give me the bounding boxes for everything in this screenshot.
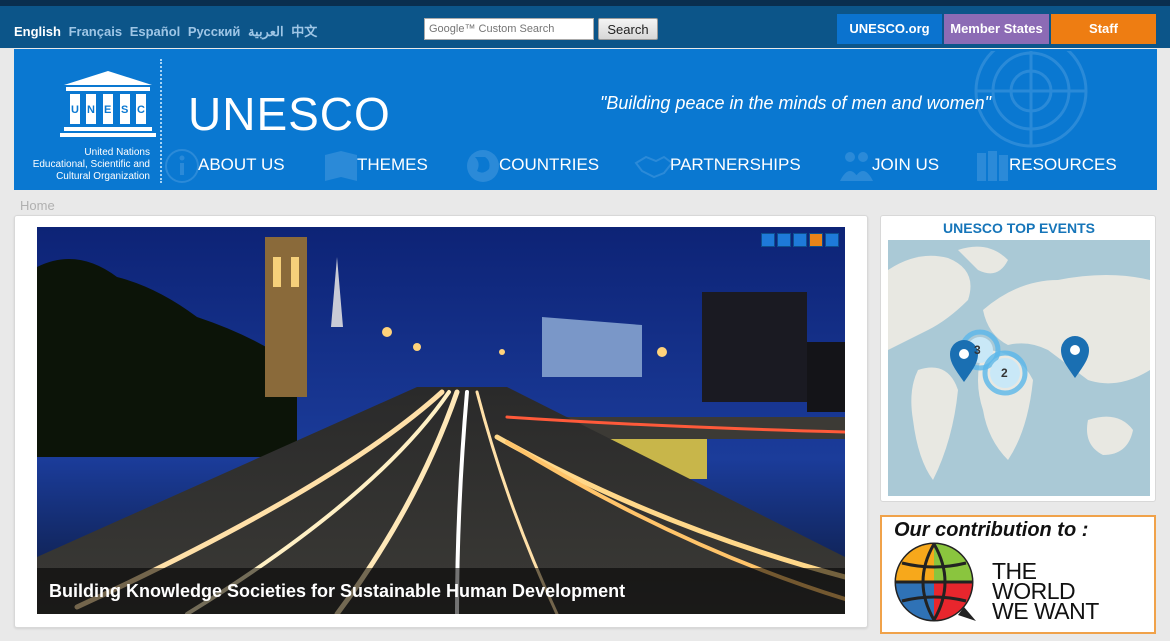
language-arabic[interactable]: العربية [248,24,284,39]
svg-text:N: N [87,104,95,116]
hero-image [37,227,845,614]
nav-about-us[interactable]: ABOUT US [165,145,285,190]
nav-themes[interactable]: THEMES [325,145,428,190]
hero-slideshow[interactable]: Building Knowledge Societies for Sustain… [37,227,845,614]
organization-name: United Nations Educational, Scientific a… [32,147,150,182]
world-map [888,240,1150,496]
svg-text:S: S [121,104,128,116]
slide-dot-active[interactable] [809,233,823,247]
contribution-panel[interactable]: Our contribution to : THE WORLD WE WANT [880,515,1156,634]
unesco-org-button[interactable]: UNESCO.org [837,14,942,44]
member-states-button[interactable]: Member States [944,14,1049,44]
events-map[interactable]: 3 2 [888,240,1150,496]
globe-icon [467,150,499,182]
language-spanish[interactable]: Español [130,24,181,39]
site-title[interactable]: UNESCO [188,87,391,141]
slide-dot[interactable] [825,233,839,247]
language-chinese[interactable]: 中文 [291,24,317,39]
book-icon [325,151,357,181]
cluster-count[interactable]: 3 [974,343,981,357]
svg-text:U: U [71,104,79,116]
contribution-title: Our contribution to : [894,519,1089,541]
slide-dot[interactable] [793,233,807,247]
staff-button[interactable]: Staff [1051,14,1156,44]
main-navigation: ABOUT US THEMES COUNTRIES PARTNERSHIPS J… [164,145,1157,190]
language-english[interactable]: English [14,24,61,39]
people-icon [840,152,873,181]
cluster-count[interactable]: 2 [1001,366,1008,380]
slide-indicators [761,233,839,247]
nav-countries[interactable]: COUNTRIES [467,145,599,190]
slide-dot[interactable] [761,233,775,247]
slide-dot[interactable] [777,233,791,247]
unesco-logo[interactable]: UNESC [60,69,156,139]
world-we-want-text: THE WORLD WE WANT [992,558,1099,624]
nav-partnerships[interactable]: PARTNERSHIPS [634,145,801,190]
language-russian[interactable]: Русский [188,24,241,39]
tagline: "Building peace in the minds of men and … [600,93,992,113]
top-bar: English Français Español Русский العربية… [0,0,1170,48]
search-button[interactable]: Search [598,18,658,40]
search-input[interactable] [424,18,594,40]
hero-caption[interactable]: Building Knowledge Societies for Sustain… [37,568,845,614]
language-french[interactable]: Français [69,24,122,39]
info-icon [165,149,199,183]
handshake-icon [634,155,674,179]
books-icon [977,151,1008,181]
language-switcher: English Français Español Русский العربية… [14,21,321,40]
svg-text:C: C [137,104,145,116]
svg-text:E: E [104,104,111,116]
breadcrumb[interactable]: Home [20,198,55,213]
nav-join-us[interactable]: JOIN US [840,145,939,190]
site-header: UNESC United Nations Educational, Scient… [14,49,1157,190]
nav-resources[interactable]: RESOURCES [977,145,1117,190]
world-we-want-logo [894,542,976,622]
top-events-title[interactable]: UNESCO TOP EVENTS [881,220,1157,236]
